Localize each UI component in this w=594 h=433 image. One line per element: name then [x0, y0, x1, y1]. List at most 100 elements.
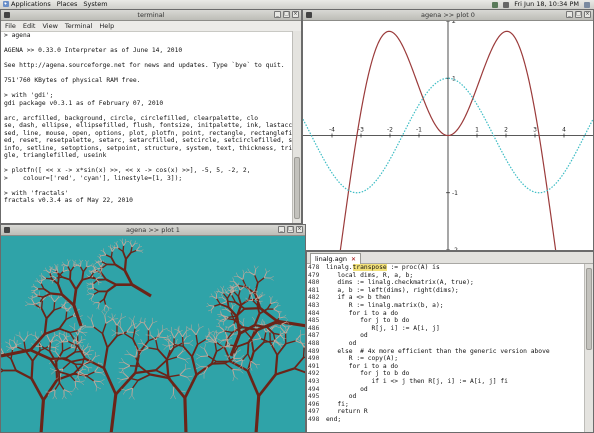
close-button[interactable]: × [292, 11, 299, 18]
menu-terminal[interactable]: Terminal [65, 21, 92, 31]
fractal-image [1, 236, 305, 432]
x-tick-label: -1 [416, 127, 422, 134]
network-icon[interactable] [492, 1, 499, 8]
terminal-line: ed, reset, resetpalette, setarc, setarcf… [4, 137, 293, 144]
terminal-line: 751'760 KBytes of physical RAM free. [4, 77, 141, 84]
window-icon [4, 227, 10, 233]
code-text: R[j, i] := A[i, j] [326, 324, 440, 332]
menu-edit[interactable]: Edit [23, 21, 36, 31]
code-text: R := linalg.matrix(b, a); [326, 301, 444, 309]
close-button[interactable]: × [296, 226, 303, 233]
line-number: 481 [308, 286, 320, 294]
code-line: 482 if a <> b then [307, 294, 585, 302]
window-title: terminal [137, 11, 165, 19]
line-number: 493 [308, 377, 320, 385]
terminal-line: info, setline, setoptions, setpoint, str… [4, 144, 293, 152]
terminal-output[interactable]: > agena AGENA >> 0.33.0 Interpreter as o… [1, 31, 293, 223]
code-line: 486 R[j, i] := A[i, j] [307, 325, 585, 333]
code-line: 481 a, b := left(dims), right(dims); [307, 287, 585, 295]
code-text: R := copy(A); [326, 355, 399, 363]
code-line: 479 local dims, R, a, b; [307, 272, 585, 280]
panel-menu-places[interactable]: Places [57, 0, 78, 9]
user-icon[interactable] [584, 1, 590, 8]
minimize-button[interactable]: _ [278, 226, 285, 233]
line-number: 483 [308, 301, 320, 309]
maximize-button[interactable]: □ [283, 11, 290, 18]
line-number: 484 [308, 309, 320, 317]
maximize-button[interactable]: □ [575, 11, 582, 18]
terminal-line: > colour=['red', 'cyan'], linestyle=[1, … [4, 174, 183, 182]
code-text: local dims, R, a, b; [326, 271, 414, 279]
code-text: a, b := left(dims), right(dims); [326, 286, 459, 294]
x-tick-label: -4 [329, 127, 335, 134]
panel-menu-system[interactable]: System [83, 0, 107, 9]
close-tab-icon[interactable]: ✕ [351, 256, 356, 263]
code-text: if i <> j then R[j, i] := A[i, j] fi [326, 377, 508, 385]
x-tick-label: 1 [475, 127, 479, 134]
menu-view[interactable]: View [42, 21, 57, 31]
x-tick-label: -2 [387, 127, 393, 134]
code-line: 478 linalg.transpose := proc(A) is [307, 264, 585, 272]
editor-scrollbar[interactable] [584, 264, 593, 432]
tab-linalg[interactable]: linalg.agn ✕ [310, 253, 361, 264]
panel-menu-applications[interactable]: Applications [3, 0, 51, 9]
code-text: := proc(A) is [386, 264, 440, 271]
code-text: dims := linalg.checkmatrix(A, true); [326, 279, 474, 287]
code-line: 484 for i to a do [307, 310, 585, 318]
minimize-button[interactable]: _ [566, 11, 573, 18]
line-number: 495 [308, 393, 320, 401]
code-line: 498 end; [307, 416, 585, 424]
code-text: for j to b do [326, 370, 410, 378]
terminal-icon [4, 12, 10, 18]
menu-file[interactable]: File [5, 21, 16, 31]
terminal-titlebar[interactable]: terminal _ □ × [1, 10, 301, 21]
plot0-titlebar[interactable]: agena >> plot 0 _ □ × [303, 10, 593, 21]
scrollbar-thumb[interactable] [294, 157, 300, 219]
code-line: 483 R := linalg.matrix(b, a); [307, 302, 585, 310]
y-tick-label: 2 [452, 21, 456, 25]
line-number: 491 [308, 362, 320, 370]
terminal-line: AGENA >> 0.33.0 Interpreter as of June 1… [4, 47, 183, 54]
line-number: 494 [308, 385, 320, 393]
x-tick-label: -3 [358, 127, 364, 134]
window-icon [306, 12, 312, 18]
plot0-window: agena >> plot 0 _ □ × -4-3-2-1123421-1-2 [302, 9, 594, 251]
code-text: od [326, 339, 357, 347]
code-text: od [326, 393, 357, 401]
terminal-line: gdi package v0.3.1 as of February 07, 20… [4, 99, 164, 107]
line-number: 490 [308, 355, 320, 363]
terminal-line: > with 'gdi'; [4, 92, 54, 99]
line-number: 486 [308, 324, 320, 332]
line-number: 480 [308, 279, 320, 287]
volume-icon[interactable] [503, 1, 510, 8]
code-line: 492 for j to b do [307, 370, 585, 378]
terminal-line: fractals v0.3.4 as of May 22, 2010 [4, 197, 133, 204]
y-tick-label: -2 [452, 247, 458, 250]
minimize-button[interactable]: _ [274, 11, 281, 18]
line-number: 482 [308, 294, 320, 302]
search-highlight: transpose [352, 264, 387, 271]
line-number: 489 [308, 347, 320, 355]
code-text: fi; [326, 400, 349, 408]
editor-window: linalg.agn ✕ 478 linalg.transpose := proc(… [306, 251, 594, 433]
menu-help[interactable]: Help [99, 21, 114, 31]
plot1-titlebar[interactable]: agena >> plot 1 _ □ × [1, 225, 305, 236]
code-editor[interactable]: 478 linalg.transpose := proc(A) is 479 loc… [307, 264, 585, 432]
maximize-button[interactable]: □ [287, 226, 294, 233]
plot1-window: agena >> plot 1 _ □ × [0, 224, 306, 433]
code-line: 494 od [307, 386, 585, 394]
clock[interactable]: Fri Jun 18, 10:34 PM [514, 0, 579, 9]
terminal-window: terminal _ □ × File Edit View Terminal Help … [0, 9, 302, 224]
code-line: 487 od [307, 332, 585, 340]
code-line: 493 if i <> j then R[j, i] := A[i, j] fi [307, 378, 585, 386]
panel-menus: Applications Places System [3, 0, 108, 9]
terminal-scrollbar[interactable] [292, 31, 301, 223]
terminal-line: se, dash, ellipse, ellipsefilled, flush,… [4, 122, 293, 129]
code-text: for i to a do [326, 309, 399, 317]
scrollbar-thumb[interactable] [586, 268, 592, 350]
close-button[interactable]: × [584, 11, 591, 18]
